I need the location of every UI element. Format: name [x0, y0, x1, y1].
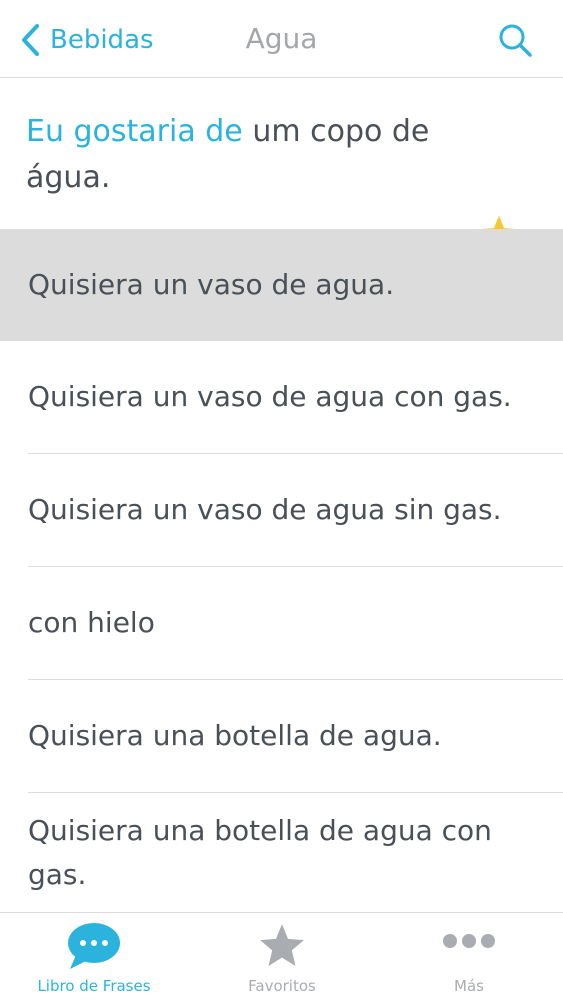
list-item-text: Quisiera una botella de agua con gas.: [28, 814, 492, 891]
translation-list: Quisiera un vaso de agua. Quisiera un va…: [0, 229, 563, 912]
list-item-text: Quisiera un vaso de agua sin gas.: [28, 493, 502, 526]
list-item-text: Quisiera un vaso de agua.: [28, 268, 395, 301]
source-phrase-highlight: Eu gostaria de: [26, 114, 243, 149]
tab-more[interactable]: Más: [375, 913, 563, 1000]
list-item-text: Quisiera un vaso de agua con gas.: [28, 380, 512, 413]
tab-more-label: Más: [454, 977, 484, 995]
list-item[interactable]: Quisiera una botella de agua.: [0, 680, 563, 792]
list-item[interactable]: con hielo: [0, 567, 563, 679]
tab-phrasebook[interactable]: Libro de Frases: [0, 913, 188, 1000]
tab-favorites-label: Favoritos: [248, 977, 316, 995]
speech-bubble-icon: [66, 921, 122, 975]
navigation-bar: Bebidas Agua: [0, 0, 563, 78]
tab-favorites[interactable]: Favoritos: [188, 913, 376, 1000]
list-item-text: con hielo: [28, 606, 155, 639]
list-item[interactable]: Quisiera un vaso de agua con gas.: [0, 341, 563, 453]
list-item[interactable]: Quisiera un vaso de agua sin gas.: [0, 454, 563, 566]
star-icon: [256, 921, 308, 975]
more-dots-icon: [442, 933, 496, 953]
list-item[interactable]: Quisiera una botella de agua con gas.: [0, 793, 563, 912]
source-phrase: Eu gostaria de um copo de água.: [0, 79, 563, 251]
list-item-text: Quisiera una botella de agua.: [28, 719, 442, 752]
tab-bar: Libro de Frases Favoritos Más: [0, 912, 563, 1000]
page-title: Agua: [245, 22, 318, 55]
list-item[interactable]: Quisiera un vaso de agua.: [0, 229, 563, 341]
search-button[interactable]: [497, 22, 533, 58]
tab-phrasebook-label: Libro de Frases: [37, 977, 151, 995]
search-icon: [497, 24, 533, 62]
source-phrase-text: Eu gostaria de um copo de água.: [26, 109, 456, 201]
